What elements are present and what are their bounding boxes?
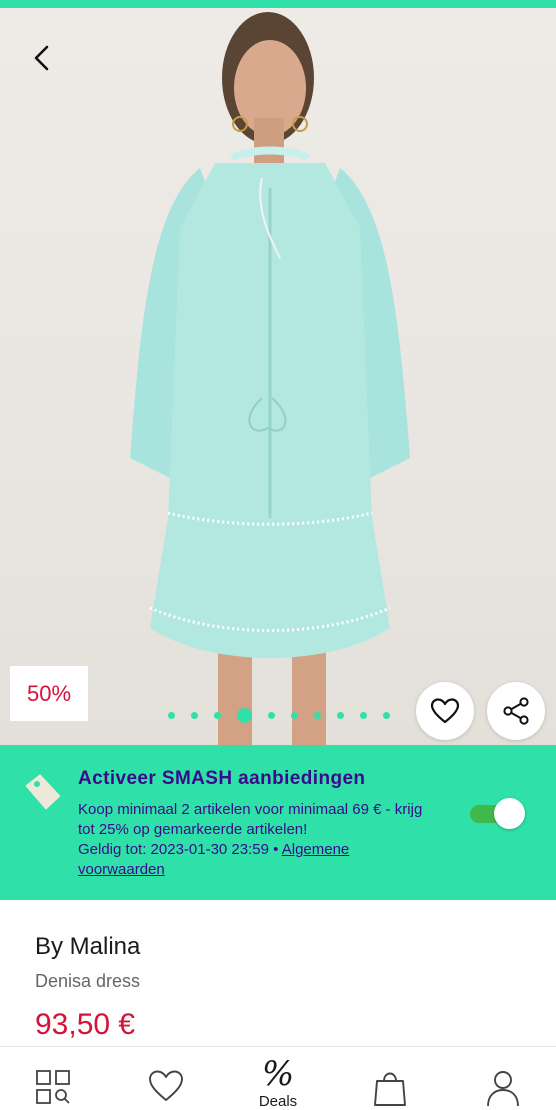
heart-icon bbox=[430, 698, 460, 724]
carousel-dot[interactable] bbox=[191, 711, 198, 719]
carousel-dot[interactable] bbox=[360, 711, 367, 719]
carousel-dot[interactable] bbox=[314, 711, 321, 719]
carousel-dot[interactable] bbox=[168, 711, 175, 719]
carousel-dot[interactable] bbox=[337, 711, 344, 719]
nav-categories[interactable] bbox=[13, 1047, 93, 1110]
product-brand[interactable]: By Malina bbox=[35, 933, 140, 961]
promo-title: Activeer SMASH aanbiedingen bbox=[78, 768, 366, 789]
nav-account[interactable] bbox=[463, 1047, 543, 1110]
carousel-dot-active[interactable] bbox=[237, 707, 252, 723]
carousel-dot[interactable] bbox=[291, 711, 298, 719]
product-photo bbox=[130, 12, 410, 745]
carousel-dot[interactable] bbox=[383, 711, 390, 719]
chevron-left-icon bbox=[34, 45, 49, 71]
back-button[interactable] bbox=[22, 38, 62, 78]
promo-description: Koop minimaal 2 artikelen voor minimaal … bbox=[78, 800, 438, 880]
share-button[interactable] bbox=[487, 682, 545, 740]
nav-cart[interactable] bbox=[350, 1047, 430, 1110]
smash-promo-banner: Activeer SMASH aanbiedingen Koop minimaa… bbox=[0, 745, 556, 900]
tag-icon bbox=[25, 774, 61, 810]
product-price: 93,50 € bbox=[35, 1008, 136, 1041]
deals-percent-icon: % bbox=[261, 1054, 295, 1094]
carousel-dot[interactable] bbox=[214, 711, 221, 719]
promo-conditions: Koop minimaal 2 artikelen voor minimaal … bbox=[78, 801, 423, 838]
shopping-bag-icon bbox=[374, 1072, 406, 1106]
favorite-button[interactable] bbox=[416, 682, 474, 740]
product-name: Denisa dress bbox=[35, 971, 141, 991]
carousel-pagination[interactable] bbox=[168, 705, 406, 725]
user-icon bbox=[487, 1071, 519, 1107]
nav-wishlist[interactable] bbox=[126, 1047, 206, 1110]
promo-valid-until: Geldig tot: 2023-01-30 23:59 • bbox=[78, 841, 282, 858]
share-icon bbox=[503, 697, 529, 725]
carousel-dot[interactable] bbox=[268, 711, 275, 719]
discount-badge: 50% bbox=[10, 666, 88, 721]
toggle-knob bbox=[494, 798, 525, 829]
bottom-navigation: % Deals bbox=[0, 1046, 556, 1110]
categories-search-icon bbox=[36, 1070, 70, 1104]
status-accent-bar bbox=[0, 0, 556, 8]
heart-icon bbox=[149, 1070, 183, 1101]
product-image-carousel[interactable]: 50% bbox=[0, 8, 556, 745]
nav-deals[interactable]: % Deals bbox=[238, 1047, 318, 1110]
promo-toggle[interactable] bbox=[470, 798, 525, 829]
product-detail-screen: 50% Activeer SMASH aanbiedingen Koop min… bbox=[0, 0, 556, 1110]
deals-label: Deals bbox=[258, 1093, 298, 1110]
